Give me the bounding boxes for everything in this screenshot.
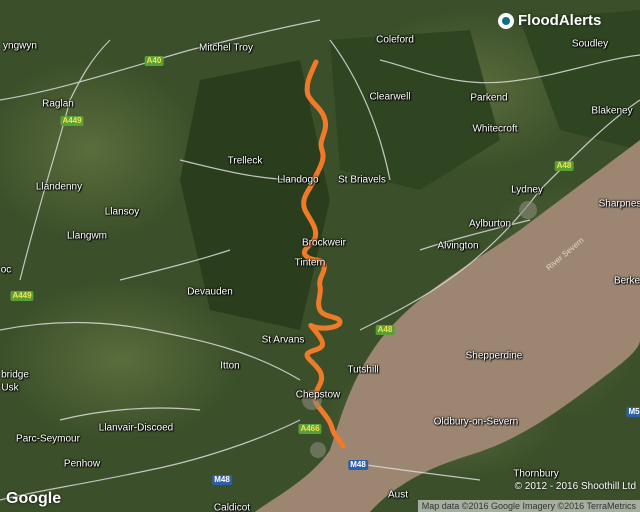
place-label: Blakeney xyxy=(591,105,633,117)
road-shield: A48 xyxy=(554,161,574,171)
map-imagery xyxy=(0,0,640,512)
place-label: Sharpnes xyxy=(598,198,640,210)
road-shield: M48 xyxy=(212,475,232,485)
place-label: Itton xyxy=(220,360,240,372)
google-logo[interactable]: Google xyxy=(6,490,61,508)
place-label: Raglan xyxy=(42,98,74,110)
place-label: Coleford xyxy=(376,34,414,46)
place-label: Tintern xyxy=(294,257,326,269)
place-label: Tutshill xyxy=(347,364,379,376)
place-label: Alvington xyxy=(437,240,479,252)
place-label: Berke xyxy=(613,275,640,287)
place-label: bridge xyxy=(1,369,29,381)
place-label: Whitecroft xyxy=(472,123,518,135)
place-label: Usk xyxy=(1,382,19,394)
place-label: Oldbury-on-Severn xyxy=(433,416,519,428)
place-label: Llandenny xyxy=(35,181,83,193)
place-label: Aylburton xyxy=(468,218,512,230)
place-label: oc xyxy=(0,264,12,276)
floodalerts-logo[interactable]: FloodAlerts xyxy=(498,12,601,29)
place-label: Llansoy xyxy=(104,206,140,218)
place-label: Chepstow xyxy=(295,389,341,401)
place-label: Devauden xyxy=(187,286,233,298)
place-label: Llandogo xyxy=(277,174,319,186)
road-shield: M5 xyxy=(626,407,640,417)
urban-area xyxy=(519,201,537,219)
floodalerts-icon xyxy=(498,12,514,29)
place-label: Llanvair-Discoed xyxy=(98,422,174,434)
road-shield: A449 xyxy=(60,116,84,126)
place-label: Clearwell xyxy=(369,91,411,103)
place-label: Soudley xyxy=(571,38,609,50)
road-shield: A466 xyxy=(298,424,322,434)
brand-name: FloodAlerts xyxy=(518,12,602,29)
road-shield: A449 xyxy=(10,291,34,301)
place-label: Lydney xyxy=(511,184,543,196)
map-view[interactable]: Mitchel Troy Coleford Soudley yngwyn Rag… xyxy=(0,0,640,512)
road-shield: M48 xyxy=(348,460,368,470)
place-label: Mitchel Troy xyxy=(199,42,253,54)
place-label: St Briavels xyxy=(338,174,386,186)
road-shield: A40 xyxy=(144,56,164,66)
place-label: Thornbury xyxy=(513,468,559,480)
place-label: Parkend xyxy=(470,92,508,104)
place-label: yngwyn xyxy=(3,40,37,52)
place-label: Caldicot xyxy=(213,502,251,512)
place-label: Shepperdine xyxy=(465,350,523,362)
place-label: Aust xyxy=(387,489,409,501)
urban-area xyxy=(310,442,326,458)
place-label: Penhow xyxy=(63,458,101,470)
farmland-patch xyxy=(0,280,240,440)
road-shield: A48 xyxy=(375,325,395,335)
map-attribution[interactable]: Map data ©2016 Google Imagery ©2016 Terr… xyxy=(417,500,640,512)
place-label: Brockweir xyxy=(302,237,346,249)
place-label: Parc-Seymour xyxy=(16,433,80,445)
place-label: St Arvans xyxy=(261,334,305,346)
copyright-text: © 2012 - 2016 Shoothill Ltd xyxy=(514,481,636,492)
place-label: Llangwm xyxy=(66,230,108,242)
place-label: Trelleck xyxy=(227,155,263,167)
